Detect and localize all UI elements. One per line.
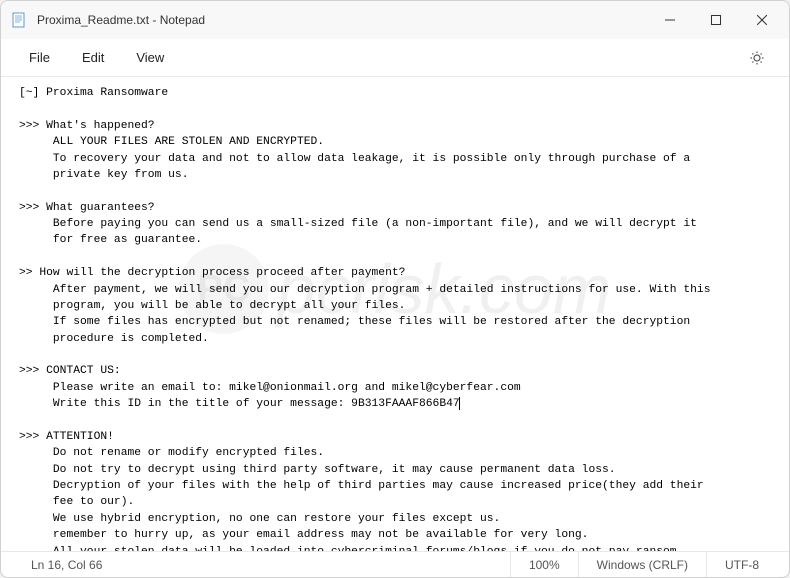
window-title: Proxima_Readme.txt - Notepad — [37, 13, 647, 27]
text-line: All your stolen data will be loaded into… — [19, 546, 683, 552]
text-line: Decryption of your files with the help o… — [19, 480, 704, 492]
text-line: Do not rename or modify encrypted files. — [19, 447, 324, 459]
notepad-window: Proxima_Readme.txt - Notepad File Edit V… — [0, 0, 790, 578]
close-button[interactable] — [739, 4, 785, 36]
statusbar: Ln 16, Col 66 100% Windows (CRLF) UTF-8 — [1, 551, 789, 577]
text-line: >>> ATTENTION! — [19, 431, 114, 443]
gear-icon — [749, 50, 765, 66]
text-line: Write this ID in the title of your messa… — [19, 398, 460, 410]
titlebar: Proxima_Readme.txt - Notepad — [1, 1, 789, 39]
text-line: To recovery your data and not to allow d… — [19, 153, 690, 165]
text-line: ALL YOUR FILES ARE STOLEN AND ENCRYPTED. — [19, 136, 324, 148]
menu-edit[interactable]: Edit — [70, 44, 116, 71]
menubar: File Edit View — [1, 39, 789, 77]
text-line: for free as guarantee. — [19, 234, 202, 246]
text-line: >>> CONTACT US: — [19, 365, 121, 377]
menu-view[interactable]: View — [124, 44, 176, 71]
text-line: If some files has encrypted but not rena… — [19, 316, 690, 328]
status-zoom[interactable]: 100% — [510, 552, 578, 577]
text-cursor — [459, 397, 460, 410]
status-encoding: UTF-8 — [706, 552, 777, 577]
text-line: Do not try to decrypt using third party … — [19, 464, 616, 476]
maximize-button[interactable] — [693, 4, 739, 36]
status-position: Ln 16, Col 66 — [13, 552, 120, 577]
text-line: Please write an email to: mikel@onionmai… — [19, 382, 521, 394]
text-line: procedure is completed. — [19, 333, 209, 345]
text-line: program, you will be able to decrypt all… — [19, 300, 405, 312]
text-line: >>> What's happened? — [19, 120, 155, 132]
minimize-button[interactable] — [647, 4, 693, 36]
text-line: After payment, we will send you our decr… — [19, 284, 710, 296]
text-line: >> How will the decryption process proce… — [19, 267, 405, 279]
settings-button[interactable] — [741, 42, 773, 74]
text-line: We use hybrid encryption, no one can res… — [19, 513, 500, 525]
text-line: fee to our). — [19, 496, 134, 508]
text-editor[interactable]: [~] Proxima Ransomware >>> What's happen… — [1, 77, 789, 551]
menu-file[interactable]: File — [17, 44, 62, 71]
text-line: Before paying you can send us a small-si… — [19, 218, 697, 230]
text-line: >>> What guarantees? — [19, 202, 155, 214]
text-line: remember to hurry up, as your email addr… — [19, 529, 588, 541]
text-line: private key from us. — [19, 169, 188, 181]
notepad-icon — [11, 12, 27, 28]
text-line: [~] Proxima Ransomware — [19, 87, 168, 99]
window-controls — [647, 4, 785, 36]
status-lineending: Windows (CRLF) — [578, 552, 706, 577]
